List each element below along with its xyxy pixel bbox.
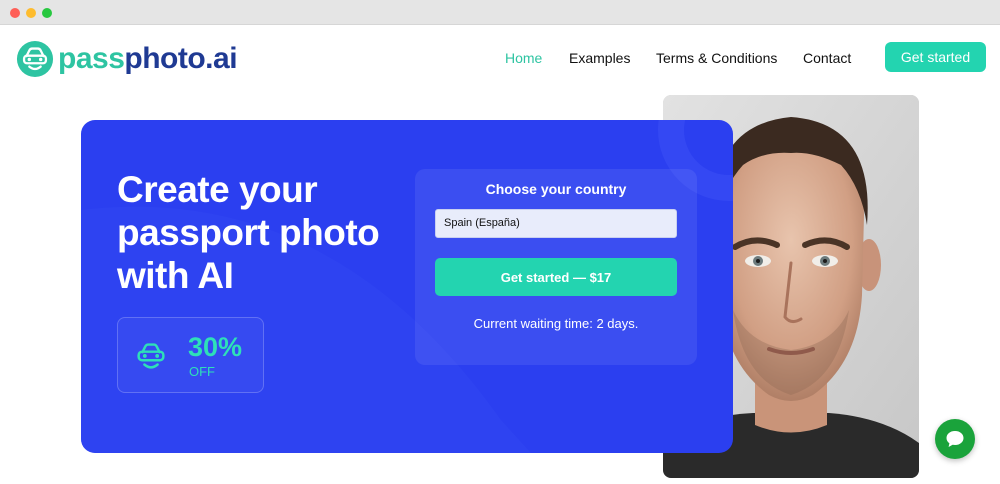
site-header: passphoto.ai Home Examples Terms & Condi… — [0, 26, 1000, 90]
nav-link-home[interactable]: Home — [505, 50, 542, 66]
discount-label: OFF — [189, 364, 215, 379]
discount-badge: 30% OFF — [117, 317, 264, 393]
country-form-heading: Choose your country — [485, 181, 627, 197]
country-select[interactable]: Spain (España) — [435, 209, 677, 238]
hero-banner: Create your passport photo with AI 30% O… — [81, 120, 733, 453]
brand-name: passphoto.ai — [58, 42, 238, 76]
nav-link-contact[interactable]: Contact — [803, 50, 851, 66]
waiting-time-text: Current waiting time: 2 days. — [473, 316, 639, 331]
nav-link-examples[interactable]: Examples — [569, 50, 630, 66]
nav-link-terms[interactable]: Terms & Conditions — [656, 50, 777, 66]
chat-button[interactable] — [935, 419, 975, 459]
country-form: Choose your country Spain (España) Get s… — [415, 169, 697, 365]
get-started-price-button[interactable]: Get started — $17 — [435, 258, 677, 296]
brand-name-part1: pass — [58, 42, 125, 75]
chat-bubble-icon — [946, 431, 964, 447]
brand-name-part2: photo.ai — [124, 42, 238, 75]
car-face-logo-icon — [16, 40, 54, 78]
brand-logo[interactable]: passphoto.ai — [16, 39, 238, 79]
browser-titlebar — [0, 0, 1000, 25]
window-maximize-button[interactable] — [42, 8, 52, 18]
car-face-icon — [137, 343, 165, 369]
header-get-started-button[interactable]: Get started — [885, 42, 986, 72]
discount-value: 30% — [188, 332, 243, 362]
window-close-button[interactable] — [10, 8, 20, 18]
hero-title: Create your passport photo with AI — [117, 169, 380, 296]
window-minimize-button[interactable] — [26, 8, 36, 18]
